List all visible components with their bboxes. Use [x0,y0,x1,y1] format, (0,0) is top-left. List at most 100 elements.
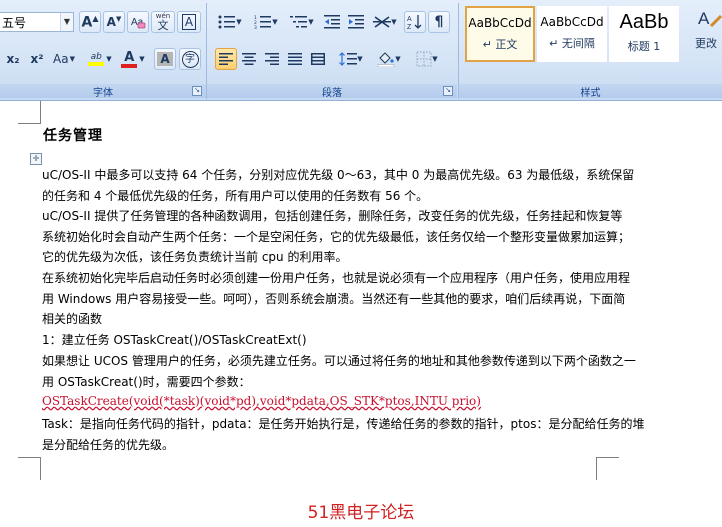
show-marks-button[interactable]: ¶ [428,11,450,33]
indent-icon [348,15,364,29]
superscript-button[interactable]: x² [26,48,48,70]
text-line: 系统初始化时会自动产生两个任务：一个是空闲任务，它的优先级最低，该任务仅给一个整… [42,230,631,244]
font-color-button[interactable]: A ▼ [118,48,148,70]
multilevel-list-button[interactable]: ▼ [285,11,319,33]
chevron-down-icon: ▼ [272,18,278,26]
font-color-icon: A [121,51,138,68]
chevron-down-icon: ▼ [139,55,145,63]
chevron-down-icon: ▼ [106,55,112,63]
paragraph-group: ▼ 1 2 3 ▼ ▼ ▼ AZ ¶ ▼ ▼ ▼ 段落 ↘ [207,0,457,100]
style-name: ↵ 无间隔 [549,37,595,50]
text-line: 1：建立任务 OSTaskCreat()/OSTaskCreatExt() [42,333,307,347]
phonetic-guide-icon: wén 文 [155,12,171,32]
font-size-value: 五号 [2,15,27,30]
font-color-bar [121,63,138,68]
align-left-icon [219,53,233,65]
sort-button[interactable]: AZ [404,11,426,33]
outdent-icon [324,15,340,29]
ribbon: 五号 ▼ A▲ A▼ Aa wén 文 A x₂ x² Aa ▼ ab ▼ A … [0,0,722,101]
margin-corner-mark [18,101,41,124]
move-handle-icon[interactable]: ✛ [30,153,42,165]
style-name: 标题 1 [627,40,661,53]
align-center-button[interactable] [238,48,260,70]
chinese-layout-icon [373,16,392,28]
highlighter-icon: ab [88,52,105,66]
font-group-label: 字体 [0,84,206,99]
styles-group-label: 样式 [459,84,722,99]
text-line: 的任务和 4 个最低优先级的任务，所有用户可以使用的任务数有 56 个。 [42,189,429,203]
increase-indent-button[interactable] [345,11,367,33]
align-left-button[interactable] [215,48,237,70]
chevron-down-icon[interactable]: ▼ [60,13,73,31]
margin-corner-mark [18,457,41,480]
text-line: 是分配给任务的优先级。 [42,438,175,452]
chevron-down-icon: ▼ [236,18,242,26]
change-styles-icon: A [698,9,722,28]
border-icon [416,51,432,67]
shrink-font-button[interactable]: A▼ [103,11,125,33]
align-right-button[interactable] [261,48,283,70]
justify-button[interactable] [284,48,306,70]
change-styles-button[interactable]: A 更改 [695,6,722,62]
change-case-button[interactable]: Aa ▼ [50,48,78,70]
numbering-button[interactable]: 1 2 3 ▼ [249,11,283,33]
highlight-button[interactable]: ab ▼ [84,48,116,70]
phonetic-guide-button[interactable]: wén 文 [151,11,175,33]
grow-font-button[interactable]: A▲ [79,11,101,33]
line-spacing-icon [339,52,358,66]
document-title: 任务管理 [43,128,103,144]
distribute-button[interactable] [307,48,329,70]
margin-corner-mark [596,457,619,480]
shading-button[interactable]: ▼ [372,48,406,70]
paragraph-group-label: 段落 [207,84,457,99]
char-border-button[interactable]: A [177,11,201,33]
style-sample: AaBbCcDd [540,15,604,29]
font-group: 五号 ▼ A▲ A▼ Aa wén 文 A x₂ x² Aa ▼ ab ▼ A … [0,0,206,100]
font-size-combo[interactable]: 五号 ▼ [0,12,74,32]
enclose-char-icon: 字 [181,50,199,68]
text-line: Task：是指向任务代码的指针，pdata：是任务开始执行是，传递给任务的参数的… [42,417,645,431]
text-line: uC/OS-II 中最多可以支持 64 个任务，分别对应优先级 0～63，其中 … [42,168,635,182]
svg-text:A: A [698,9,710,28]
clear-format-button[interactable]: Aa [127,11,149,33]
numbered-list-icon: 123 [254,15,272,29]
text-line: 相关的函数 [42,312,103,326]
enclose-char-button[interactable]: 字 [179,48,201,70]
style-no-spacing[interactable]: AaBbCcDd ↵ 无间隔 [537,6,607,62]
bullets-button[interactable]: ▼ [213,11,247,33]
chevron-down-icon: ▼ [308,18,314,26]
eraser-icon: Aa [131,17,146,29]
char-shading-icon: A [157,52,173,66]
distribute-icon [311,53,325,65]
style-sample: AaBbCcDd [468,16,532,30]
decrease-indent-button[interactable] [321,11,343,33]
text-line: 用 OSTaskCreat()时，需要四个参数： [42,375,251,389]
style-normal[interactable]: AaBbCcDd ↵ 正文 [465,6,535,62]
paint-bucket-icon [378,52,395,67]
borders-button[interactable]: ▼ [410,48,444,70]
bullet-list-icon [218,15,236,29]
char-shading-button[interactable]: A [154,48,176,70]
dialog-launcher-icon[interactable]: ↘ [443,86,453,96]
style-sample: AaBb [619,11,669,33]
text-line: 如果想让 UCOS 管理用户的任务，必须先建立任务。可以通过将任务的地址和其他参… [42,354,636,368]
style-heading-1[interactable]: AaBb 标题 1 [609,6,679,62]
change-styles-label: 更改 [695,37,717,50]
document-page[interactable]: 任务管理 ✛ uC/OS-II 中最多可以支持 64 个任务，分别对应优先级 0… [0,101,722,527]
style-name: ↵ 正文 [482,38,518,51]
dialog-launcher-icon[interactable]: ↘ [192,86,202,96]
chinese-layout-button[interactable]: ▼ [369,11,401,33]
svg-text:Z: Z [407,24,412,30]
text-line: 它的优先级为次低，该任务负责统计当前 cpu 的利用率。 [42,250,348,264]
line-spacing-button[interactable]: ▼ [334,48,368,70]
justify-icon [288,53,302,65]
svg-text:3: 3 [254,25,257,29]
highlight-color-bar [88,62,105,66]
chevron-down-icon: ▼ [357,55,363,63]
multilevel-list-icon [290,16,308,28]
text-line: uC/OS-II 提供了任务管理的各种函数调用，包括创建任务，删除任务，改变任务… [42,209,623,223]
align-center-icon [242,53,256,65]
forum-watermark: 51黑电子论坛 [307,503,415,523]
chevron-down-icon: ▼ [432,55,438,63]
subscript-button[interactable]: x₂ [2,48,24,70]
